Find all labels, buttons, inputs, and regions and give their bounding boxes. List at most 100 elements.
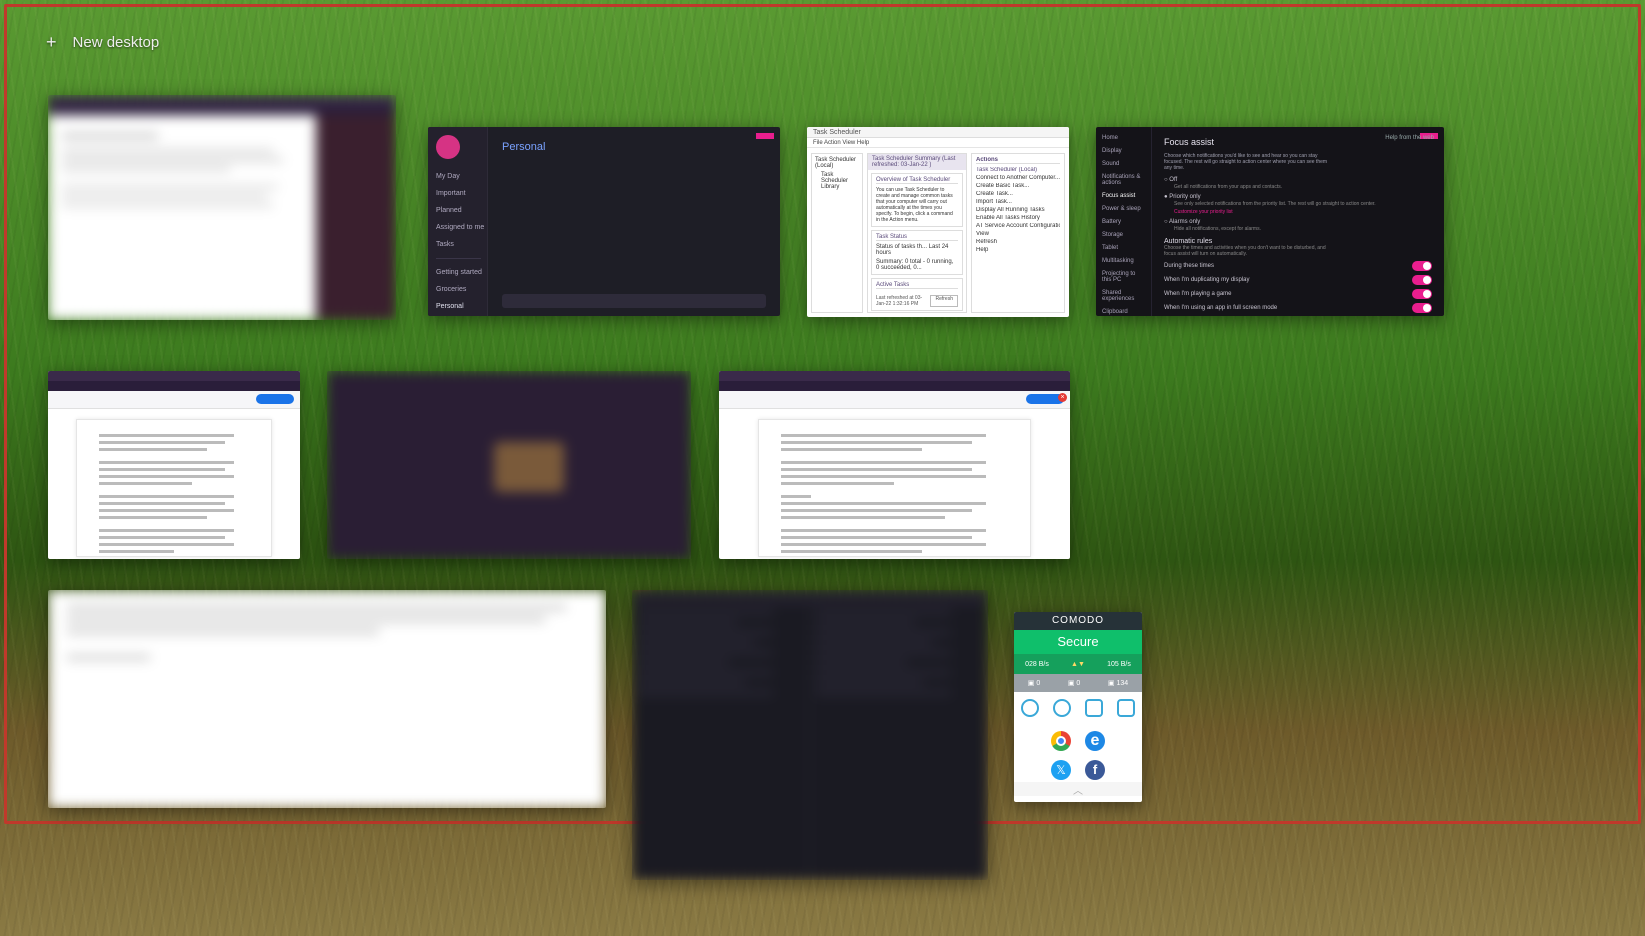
comodo-tool-icon: [1021, 699, 1039, 717]
settings-sidebar-item: Storage: [1102, 232, 1145, 238]
ts-action-item: Display All Running Tasks: [976, 207, 1060, 213]
settings-rule-label: When I'm using an app in full screen mod…: [1164, 305, 1277, 311]
twitter-icon: 𝕏: [1051, 760, 1071, 780]
ie-icon: [1085, 731, 1105, 751]
settings-main: Help from the web Focus assist Choose wh…: [1152, 127, 1444, 316]
chrome-icon: [1051, 731, 1071, 751]
ts-actions-hdr: Actions: [976, 157, 1060, 164]
todo-sidebar-item: Groceries: [436, 286, 481, 293]
ts-section-hdr: Active Tasks: [876, 282, 958, 289]
ts-action-item: Create Basic Task...: [976, 183, 1060, 189]
ts-action-item: View: [976, 231, 1060, 237]
ts-window-title: Task Scheduler: [807, 127, 1069, 138]
ts-tree-root: Task Scheduler (Local): [815, 157, 859, 169]
comodo-counter: 134: [1116, 680, 1128, 687]
todo-list-title: Personal: [502, 141, 545, 153]
window-thumb-blurred-1[interactable]: [48, 95, 396, 320]
settings-option-off: Off: [1169, 177, 1177, 183]
settings-blurb: Choose which notifications you'd like to…: [1164, 153, 1336, 171]
ts-actions-sub: Task Scheduler (Local): [976, 167, 1060, 173]
settings-sidebar-item: Home: [1102, 135, 1145, 141]
settings-sidebar-item: Tablet: [1102, 245, 1145, 251]
settings-rules-sub: Choose the times and activities when you…: [1164, 245, 1336, 257]
comodo-tool-icon: [1053, 699, 1071, 717]
settings-help-link: Help from the web: [1385, 135, 1434, 141]
divider: [436, 258, 481, 259]
settings-sidebar-item: Projecting to this PC: [1102, 271, 1145, 283]
ts-action-item: Create Task...: [976, 191, 1060, 197]
settings-rule-label: During these times: [1164, 263, 1214, 269]
toggle-icon: [1412, 289, 1432, 299]
ts-section-hdr: Task Status: [876, 234, 958, 241]
settings-sidebar-item: Notifications & actions: [1102, 174, 1145, 186]
comodo-counter-row: ▣ 0 ▣ 0 ▣ 134: [1014, 674, 1142, 692]
window-thumb-comodo[interactable]: COMODO F COMODO Secure 028 B/s ▲▼ 105 B/…: [1014, 612, 1142, 802]
window-thumb-blurred-2[interactable]: [327, 371, 691, 559]
window-thumb-task-scheduler[interactable]: Task Scheduler Task Scheduler File Actio…: [807, 127, 1069, 317]
ts-action-item: Connect to Another Computer...: [976, 175, 1060, 181]
todo-sidebar: My Day Important Planned Assigned to me …: [428, 127, 488, 316]
settings-rules-hdr: Automatic rules: [1164, 238, 1432, 245]
settings-option-priority-desc: See only selected notifications from the…: [1174, 201, 1432, 207]
settings-sidebar-item: Display: [1102, 148, 1145, 154]
ts-status-line: Status of tasks th... Last 24 hours: [876, 244, 958, 256]
toggle-icon: [1412, 275, 1432, 285]
comodo-brand: COMODO: [1014, 612, 1142, 630]
window-thumb-microsoft-todo[interactable]: Microsoft To Do My Day Important Planned…: [428, 127, 780, 316]
comodo-tool-icons-row: [1014, 692, 1142, 724]
ts-action-item: Refresh: [976, 239, 1060, 245]
ts-menubar: File Action View Help: [807, 138, 1069, 148]
comodo-social-row: 𝕏 f: [1014, 758, 1142, 782]
comodo-upload-speed: 028 B/s: [1025, 661, 1049, 668]
comodo-speed-row: 028 B/s ▲▼ 105 B/s: [1014, 654, 1142, 674]
todo-sidebar-item: Important: [436, 190, 481, 197]
settings-sidebar-item: Power & sleep: [1102, 206, 1145, 212]
todo-sidebar-item: Tasks: [436, 241, 481, 248]
settings-sidebar: Home Display Sound Notifications & actio…: [1096, 127, 1152, 316]
settings-rule-label: When I'm playing a game: [1164, 291, 1232, 297]
comodo-tool-icon: [1117, 699, 1135, 717]
settings-sidebar-item: Shared experiences: [1102, 290, 1145, 302]
gdocs-share-button: [256, 394, 294, 404]
ts-action-item: AT Service Account Configuration: [976, 223, 1060, 229]
settings-sidebar-item: Clipboard: [1102, 309, 1145, 315]
window-thumb-blurred-4[interactable]: [632, 590, 988, 880]
settings-sidebar-item: Sound: [1102, 161, 1145, 167]
ts-action-item: Import Task...: [976, 199, 1060, 205]
ts-overview-text: You can use Task Scheduler to create and…: [876, 187, 958, 223]
window-thumb-settings[interactable]: Settings Home Display Sound Notification…: [1096, 127, 1444, 316]
window-thumb-blurred-3[interactable]: [48, 590, 606, 808]
window-thumb-chrome-untitled-doc[interactable]: Untitled document - Googl...: [48, 371, 300, 559]
ts-summary-line: Summary: 0 total - 0 running, 0 succeede…: [876, 259, 958, 271]
toggle-icon: [1412, 261, 1432, 271]
ts-summary-title: Task Scheduler Summary (Last refreshed: …: [868, 154, 966, 170]
ts-center-panel: Task Scheduler Summary (Last refreshed: …: [867, 153, 967, 313]
todo-sidebar-item: Personal: [436, 303, 481, 310]
ts-tree-child: Task Scheduler Library: [821, 172, 859, 190]
settings-customize-link: Customize your priority list: [1174, 209, 1432, 215]
ts-actions-pane: Actions Task Scheduler (Local) Connect t…: [971, 153, 1065, 313]
close-icon: ×: [1058, 393, 1067, 402]
settings-sidebar-item: Battery: [1102, 219, 1145, 225]
todo-sidebar-item: My Day: [436, 173, 481, 180]
ts-tree: Task Scheduler (Local) Task Scheduler Li…: [811, 153, 863, 313]
window-thumb-chrome-windows-shortcuts[interactable]: Windows Shortcuts - Google Docs - Google…: [719, 371, 1070, 559]
comodo-status: Secure: [1014, 630, 1142, 654]
settings-sidebar-item: Focus assist: [1102, 193, 1145, 199]
ts-section-hdr: Overview of Task Scheduler: [876, 177, 958, 184]
settings-option-alarms-desc: Hide all notifications, except for alarm…: [1174, 226, 1432, 232]
comodo-tool-icon: [1085, 699, 1103, 717]
comodo-apps-row: [1014, 724, 1142, 758]
avatar: [436, 135, 460, 159]
comodo-counter: 0: [1036, 680, 1040, 687]
todo-sidebar-item: Assigned to me: [436, 224, 481, 231]
settings-rule-label: When I'm duplicating my display: [1164, 277, 1250, 283]
settings-option-priority: Priority only: [1169, 194, 1200, 200]
settings-sidebar-item: Multitasking: [1102, 258, 1145, 264]
todo-sidebar-item: Planned: [436, 207, 481, 214]
ts-refresh-button: Refresh: [930, 295, 958, 307]
toggle-icon: [1412, 303, 1432, 313]
todo-add-task-input: [502, 294, 766, 308]
settings-option-alarms: Alarms only: [1169, 219, 1200, 225]
ts-action-item: Enable All Tasks History: [976, 215, 1060, 221]
